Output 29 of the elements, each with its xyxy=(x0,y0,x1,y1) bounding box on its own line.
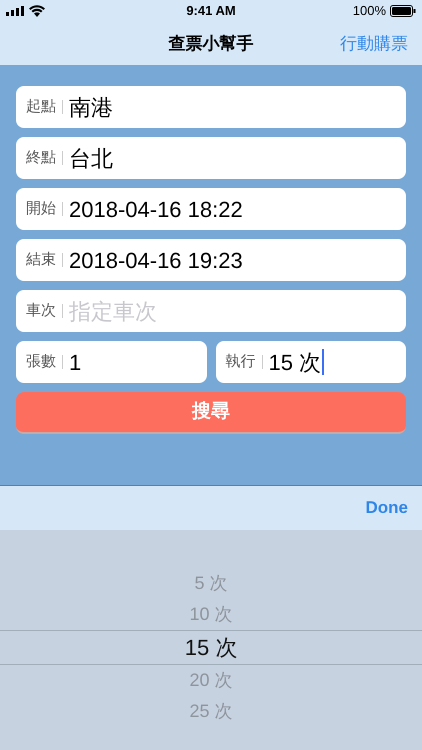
input-field[interactable]: 結束 2018-04-16 19:23 xyxy=(16,239,406,281)
field-label: 車次 xyxy=(26,300,56,321)
battery-percent: 100% xyxy=(352,2,386,20)
battery-icon xyxy=(390,5,416,17)
input-field[interactable]: 執行 15 次 xyxy=(216,341,406,383)
field-label: 起點 xyxy=(26,96,56,117)
field-value: 15 次 xyxy=(268,346,324,378)
status-time: 9:41 AM xyxy=(186,2,236,20)
field-value: 2018-04-16 19:23 xyxy=(69,246,243,274)
field-value: 2018-04-16 18:22 xyxy=(69,196,243,224)
picker-option[interactable]: 15 次 xyxy=(0,630,422,665)
input-field[interactable]: 終點 台北 xyxy=(16,137,406,179)
field-label: 結束 xyxy=(26,250,56,270)
input-field[interactable]: 張數 1 xyxy=(16,341,206,383)
nav-title: 查票小幫手 xyxy=(168,32,254,55)
input-field[interactable]: 開始 2018-04-16 18:22 xyxy=(16,188,406,230)
input-field[interactable]: 起點 南港 xyxy=(16,86,406,128)
picker-wheel[interactable]: 5 次 10 次 15 次 20 次 25 次 xyxy=(0,530,422,750)
signal-icon xyxy=(6,6,24,16)
input-field[interactable]: 車次 指定車次 xyxy=(16,290,406,332)
field-value: 南港 xyxy=(69,94,113,122)
field-label: 執行 xyxy=(226,352,256,372)
field-value: 1 xyxy=(69,348,82,376)
field-placeholder: 指定車次 xyxy=(69,298,157,326)
field-label: 張數 xyxy=(26,352,56,372)
field-value: 台北 xyxy=(69,144,113,172)
field-label: 終點 xyxy=(26,148,56,168)
field-label: 開始 xyxy=(26,198,56,219)
wifi-icon xyxy=(29,5,45,17)
